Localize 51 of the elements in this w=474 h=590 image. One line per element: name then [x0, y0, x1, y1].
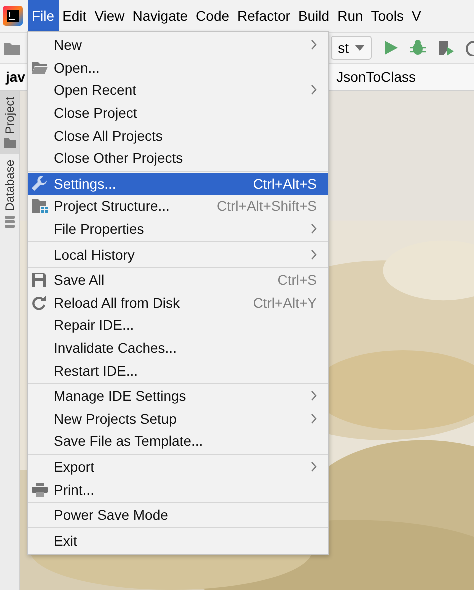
menu-item[interactable]: Save All Ctrl+S — [28, 268, 328, 292]
menu-bar-item[interactable]: V — [408, 0, 426, 32]
bug-icon[interactable] — [410, 40, 426, 56]
menu-item[interactable]: Print... — [28, 478, 328, 501]
menu-item[interactable]: Close Other Projects — [28, 146, 328, 170]
menu-item[interactable]: Exit — [28, 529, 328, 552]
tool-window-tab[interactable]: Project — [0, 91, 19, 154]
save-icon — [32, 273, 46, 288]
coverage-icon[interactable] — [438, 40, 454, 56]
printer-icon — [32, 482, 48, 497]
menu-item[interactable]: Open... — [28, 56, 328, 80]
menu-item[interactable]: New Projects Setup — [28, 408, 328, 430]
menu-item[interactable]: Settings... Ctrl+Alt+S — [28, 172, 328, 196]
tool-window-tab[interactable]: Database — [0, 154, 19, 234]
folder-grid-icon — [32, 199, 48, 214]
menu-item[interactable]: Local History — [28, 243, 328, 266]
menu-item[interactable]: Close All Projects — [28, 124, 328, 147]
menu-item[interactable]: Repair IDE... — [28, 314, 328, 337]
dropdown-arrow-icon — [355, 45, 365, 51]
wrench-icon — [32, 176, 47, 192]
menu-item[interactable]: Close Project — [28, 102, 328, 124]
database-icon — [4, 216, 14, 228]
menu-item[interactable]: Manage IDE Settings — [28, 384, 328, 408]
folder-icon — [32, 62, 48, 74]
run-icon[interactable] — [384, 41, 398, 55]
menu-item[interactable]: Invalidate Caches... — [28, 336, 328, 360]
menu-bar-item[interactable]: Tools — [367, 0, 408, 32]
menu-item[interactable]: Open Recent — [28, 79, 328, 102]
menu-bar-item[interactable]: Navigate — [128, 0, 192, 32]
menu-bar-item[interactable]: Code — [192, 0, 234, 32]
menu-item[interactable]: Project Structure... Ctrl+Alt+Shift+S — [28, 195, 328, 218]
run-config-dropdown[interactable]: st — [331, 36, 372, 60]
reload-icon — [32, 296, 46, 310]
menu-bar-item[interactable]: Refactor — [234, 0, 294, 32]
menu-bar-item[interactable]: Edit — [58, 0, 91, 32]
folder-icon — [4, 138, 16, 148]
menu-item[interactable]: Export — [28, 456, 328, 478]
menu-item[interactable]: Save File as Template... — [28, 430, 328, 453]
breadcrumb-text[interactable]: jav — [0, 69, 26, 85]
menu-bar-item[interactable]: File — [28, 0, 59, 32]
menu-bar-item[interactable]: Run — [334, 0, 368, 32]
menu-item[interactable]: File Properties — [28, 218, 328, 240]
editor-tab[interactable]: JsonToClass — [330, 69, 416, 85]
menu-bar-item[interactable]: Build — [294, 0, 334, 32]
menu-item[interactable]: Power Save Mode — [28, 504, 328, 526]
app-logo-icon — [3, 6, 23, 26]
folder-icon[interactable] — [4, 41, 20, 55]
menu-item[interactable]: New — [28, 34, 328, 57]
menu-bar-item[interactable]: View — [90, 0, 129, 32]
menu-item[interactable]: Restart IDE... — [28, 359, 328, 382]
menu-item[interactable]: Reload All from Disk Ctrl+Alt+Y — [28, 292, 328, 314]
